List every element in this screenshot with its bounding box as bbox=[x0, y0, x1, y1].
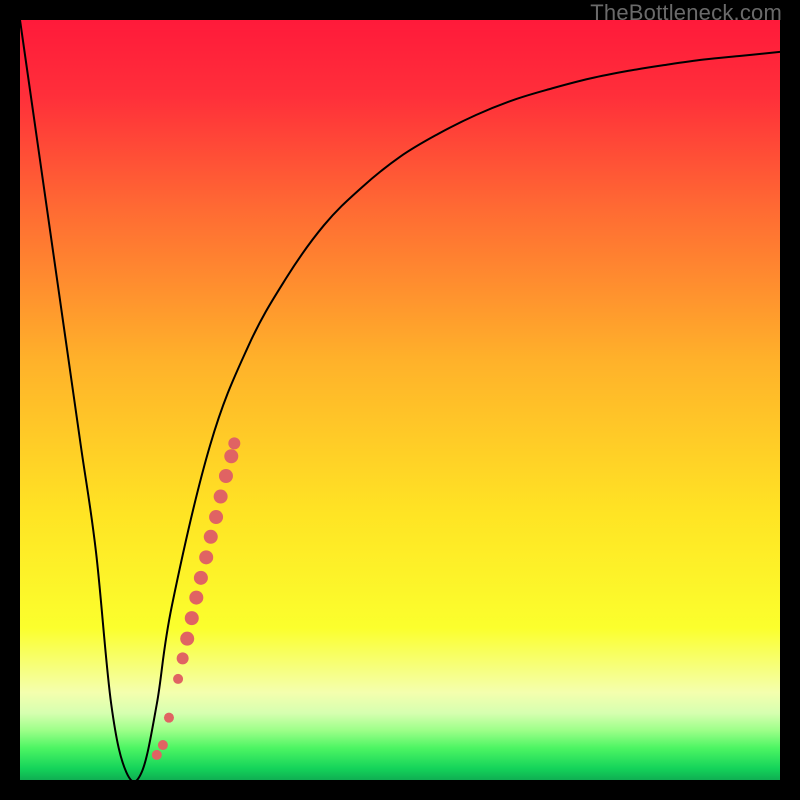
highlight-point bbox=[158, 740, 168, 750]
highlight-point bbox=[199, 550, 213, 564]
highlight-point bbox=[185, 611, 199, 625]
highlight-point bbox=[209, 510, 223, 524]
highlight-point bbox=[164, 713, 174, 723]
gradient-background bbox=[20, 20, 780, 780]
chart-frame: TheBottleneck.com bbox=[0, 0, 800, 800]
highlight-point bbox=[228, 437, 240, 449]
highlight-point bbox=[224, 449, 238, 463]
highlight-point bbox=[219, 469, 233, 483]
watermark-text: TheBottleneck.com bbox=[590, 0, 782, 26]
highlight-point bbox=[194, 571, 208, 585]
highlight-point bbox=[152, 750, 162, 760]
plot-area bbox=[20, 20, 780, 780]
highlight-point bbox=[204, 530, 218, 544]
highlight-point bbox=[177, 652, 189, 664]
highlight-point bbox=[214, 490, 228, 504]
highlight-point bbox=[189, 591, 203, 605]
highlight-point bbox=[180, 632, 194, 646]
highlight-point bbox=[173, 674, 183, 684]
chart-svg bbox=[20, 20, 780, 780]
